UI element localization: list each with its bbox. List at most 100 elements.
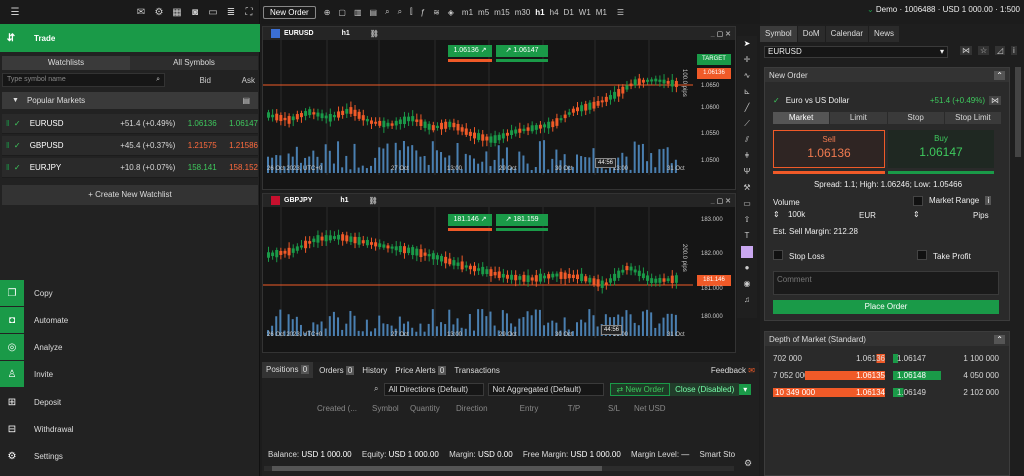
chart-timeframe[interactable]: h1: [342, 30, 350, 37]
search-icon[interactable]: ⌕: [156, 74, 160, 86]
calendar-icon[interactable]: ▦: [168, 7, 186, 18]
menu-deposit[interactable]: ⊞ Deposit: [0, 389, 260, 415]
tf-mn1[interactable]: M1: [596, 8, 607, 17]
col-net-usd[interactable]: Net USD: [634, 404, 678, 413]
comment-input[interactable]: Comment: [773, 271, 999, 295]
chevron-down-icon[interactable]: ▼: [12, 97, 19, 104]
dom-row[interactable]: 7 052 000 1.06135 1.06148 4 050 000: [765, 368, 1009, 382]
right-scrollbar[interactable]: [1015, 67, 1021, 157]
chart-symbol[interactable]: EURUSD: [284, 30, 314, 37]
chart-eurusd[interactable]: EURUSD h1 ⛓ _ ▢ ✕ 1.06136 ↗ ↗ 1.06147 TA…: [262, 26, 736, 190]
pips-stepper[interactable]: ⇕: [913, 210, 963, 222]
buy-quick-button[interactable]: ↗ 181.159: [496, 214, 548, 226]
circle-icon[interactable]: ●: [737, 260, 757, 276]
layout-stack-icon[interactable]: ▤: [370, 8, 378, 17]
cursor-icon[interactable]: ➤: [737, 36, 757, 52]
chart-symbol[interactable]: GBPJPY: [284, 197, 312, 204]
comment-icon[interactable]: ▭: [737, 196, 757, 212]
list-icon[interactable]: ≣: [222, 7, 240, 18]
symbol-search-input[interactable]: Type symbol name ⌕: [2, 73, 165, 87]
tab-all-symbols[interactable]: All Symbols: [130, 56, 258, 70]
tab-history[interactable]: History: [358, 366, 391, 375]
add-chart-icon[interactable]: ⊕: [324, 8, 331, 17]
sell-button[interactable]: Sell 1.06136: [773, 130, 885, 168]
menu-copy[interactable]: ❐ Copy: [0, 280, 260, 306]
feedback-link[interactable]: Feedback ✉: [711, 366, 755, 375]
chart-gbpjpy[interactable]: GBPJPY h1 ⛓ _ ▢ ✕ 181.146 ↗ ↗ 181.159 18…: [262, 193, 736, 353]
positions-new-order-button[interactable]: ⇄ New Order: [610, 382, 671, 396]
menu-withdrawal[interactable]: ⊟ Withdrawal: [0, 416, 260, 442]
otab-stop-limit[interactable]: Stop Limit: [944, 112, 1001, 124]
otab-market[interactable]: Market: [773, 112, 830, 124]
info-icon[interactable]: i: [1011, 46, 1017, 55]
tab-calendar[interactable]: Calendar: [825, 26, 869, 42]
share-icon[interactable]: ⋈: [960, 46, 972, 55]
col-tp[interactable]: T/P: [554, 404, 594, 413]
eye-icon[interactable]: ◉: [737, 276, 757, 292]
buy-quick-button[interactable]: ↗ 1.06147: [496, 45, 548, 57]
tab-positions[interactable]: Positions 0: [262, 362, 314, 378]
ruler-icon[interactable]: ⊾: [737, 84, 757, 100]
camera-icon[interactable]: ◙: [186, 7, 204, 18]
alert-bell-icon[interactable]: ♫: [737, 292, 757, 308]
dom-row[interactable]: 702 000 1.06136 1.06147 1 100 000: [765, 351, 1009, 365]
tf-h1[interactable]: h1: [535, 8, 544, 17]
search-icon[interactable]: ⌕: [374, 384, 378, 394]
magnet-icon[interactable]: ∿: [737, 68, 757, 84]
zoom-out-icon[interactable]: ⌕: [398, 7, 402, 17]
place-order-button[interactable]: Place Order: [773, 300, 999, 314]
drag-handle-icon[interactable]: ‖: [6, 119, 14, 128]
tf-d1[interactable]: D1: [564, 8, 574, 17]
dom-row[interactable]: 10 349 000 1.06134 1.06149 2 102 000: [765, 385, 1009, 399]
layout-single-icon[interactable]: ▢: [338, 8, 346, 17]
direction-filter[interactable]: All Directions (Default): [384, 382, 485, 396]
indicator-icon[interactable]: ƒ: [421, 8, 425, 17]
buy-button[interactable]: Buy 1.06147: [888, 130, 994, 168]
tab-price-alerts[interactable]: Price Alerts 0: [391, 365, 450, 375]
sell-quick-button[interactable]: 181.146 ↗: [448, 214, 492, 226]
chart-timeframe[interactable]: h1: [340, 197, 348, 204]
drag-handle-icon[interactable]: ‖: [6, 141, 14, 150]
tab-transactions[interactable]: Transactions: [450, 366, 504, 375]
share-icon[interactable]: ⋈: [989, 95, 1001, 105]
horizontal-scrollbar[interactable]: [264, 466, 734, 471]
col-created[interactable]: Created (...: [317, 404, 362, 413]
brush-icon[interactable]: ⚒: [737, 180, 757, 196]
collapse-icon[interactable]: ⌃: [994, 70, 1005, 80]
tf-h4[interactable]: h4: [550, 8, 559, 17]
create-watchlist-button[interactable]: + Create New Watchlist: [2, 185, 258, 205]
tf-m15[interactable]: m15: [494, 8, 510, 17]
arrow-icon[interactable]: ⇧: [737, 212, 757, 228]
tab-orders[interactable]: Orders 0: [315, 365, 358, 375]
ray-icon[interactable]: ⟋: [737, 116, 757, 132]
close-dropdown-chevron[interactable]: ▾: [739, 383, 752, 395]
mail-icon[interactable]: ✉: [132, 7, 150, 18]
symbol-select[interactable]: EURUSD ▾: [764, 46, 948, 58]
stop-loss-checkbox[interactable]: [773, 250, 783, 260]
tf-w1[interactable]: W1: [579, 8, 591, 17]
menu-icon[interactable]: ☰: [6, 7, 24, 18]
chart-window-controls[interactable]: _ ▢ ✕: [711, 30, 731, 38]
menu-settings[interactable]: ⚙ Settings: [0, 443, 260, 469]
target-label[interactable]: TARGET: [697, 54, 731, 65]
fib-icon[interactable]: ǂ: [737, 148, 757, 164]
trade-header[interactable]: ⇵ Trade: [0, 24, 260, 52]
layers-icon[interactable]: ≋: [433, 8, 440, 17]
new-order-button[interactable]: New Order: [263, 5, 316, 19]
network-icon[interactable]: ⚙: [150, 7, 168, 18]
menu-automate[interactable]: ◘ Automate: [0, 307, 260, 333]
stepper-arrows-icon[interactable]: ⇕: [913, 210, 920, 219]
menu-invite[interactable]: ♙ Invite: [0, 361, 260, 387]
candles-icon[interactable]: ⫿: [410, 7, 413, 17]
tf-m5[interactable]: m5: [478, 8, 489, 17]
take-profit-checkbox[interactable]: [917, 250, 927, 260]
aggregation-filter[interactable]: Not Aggregated (Default): [488, 382, 605, 396]
sell-quick-button[interactable]: 1.06136 ↗: [448, 45, 492, 57]
account-info[interactable]: ⌄ Demo · 1006488 · USD 1 000.00 · 1:500: [860, 5, 1020, 14]
watchlist-row[interactable]: ‖ ✓ EURUSD +51.4 (+0.49%) 1.06136 1.0614…: [2, 114, 258, 134]
col-quantity[interactable]: Quantity: [410, 404, 456, 413]
volume-stepper[interactable]: ⇕ 100k: [773, 210, 873, 222]
col-direction[interactable]: Direction: [456, 404, 504, 413]
collapse-icon[interactable]: ⌃: [994, 334, 1005, 344]
objects-icon[interactable]: ◈: [448, 8, 454, 17]
